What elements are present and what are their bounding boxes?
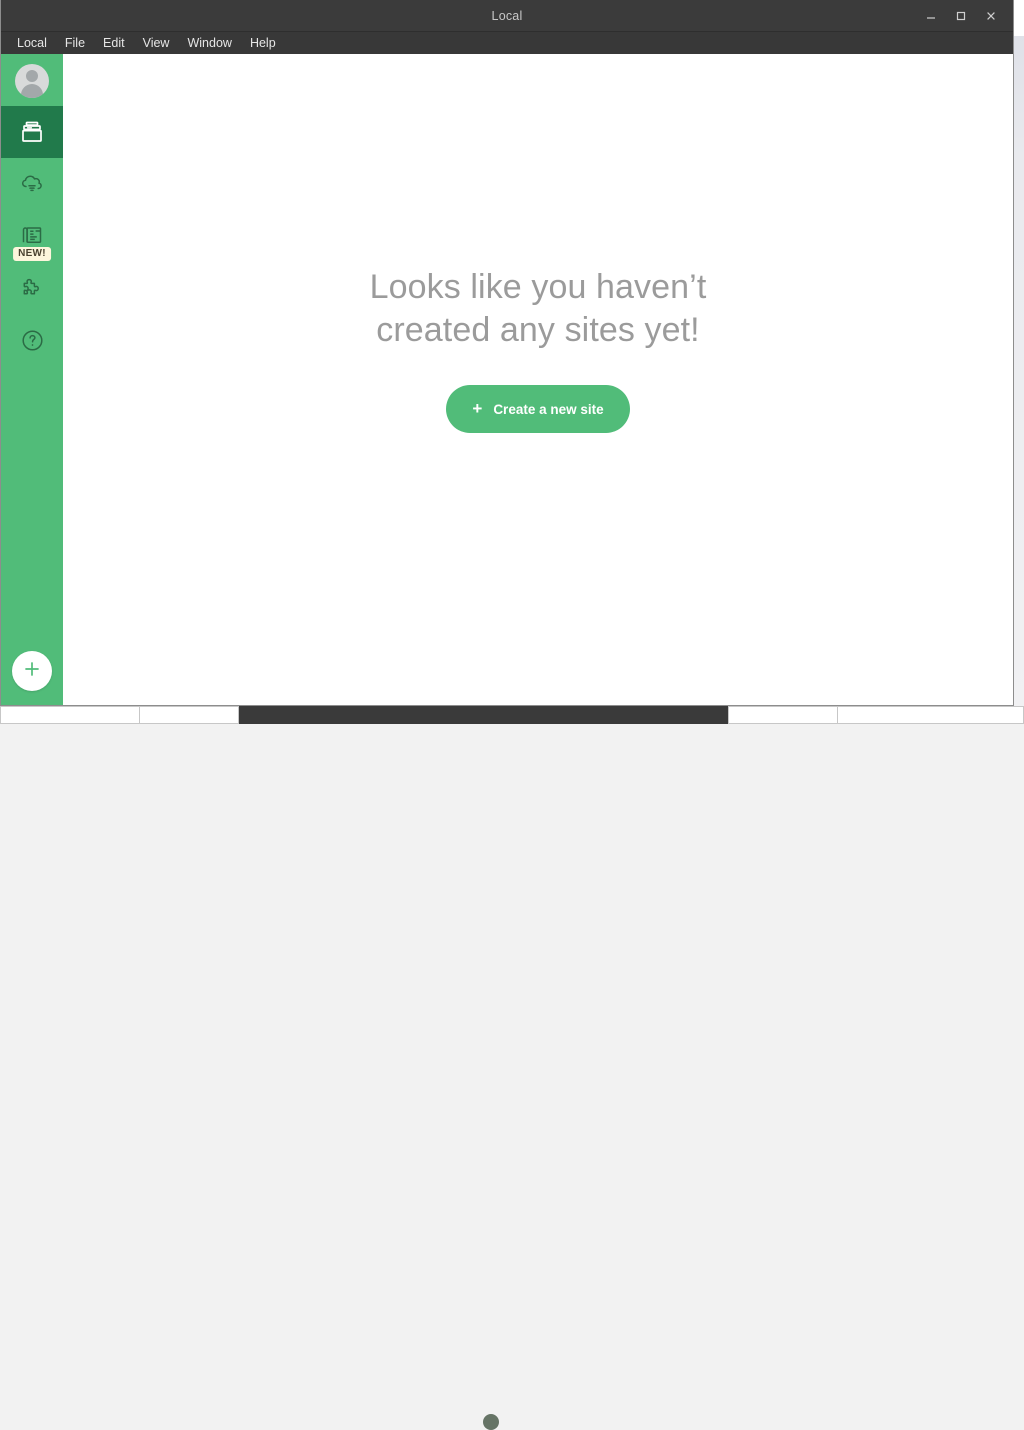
puzzle-piece-icon: [18, 274, 46, 302]
minimize-button[interactable]: [917, 2, 945, 30]
sidebar-item-sites[interactable]: [1, 106, 63, 158]
empty-state-heading: Looks like you haven’t created any sites…: [370, 266, 707, 351]
menu-item-help[interactable]: Help: [242, 34, 284, 52]
background-window-right-1: [728, 706, 838, 724]
sidebar-item-add-ons[interactable]: [1, 262, 63, 314]
close-button[interactable]: [977, 2, 1005, 30]
background-app-icon: [483, 1414, 499, 1430]
local-app-window: Local: [0, 0, 1014, 706]
blueprint-icon: [18, 222, 46, 250]
blueprints-new-badge: NEW!: [13, 247, 51, 261]
sidebar-item-help[interactable]: [1, 314, 63, 366]
maximize-button[interactable]: [947, 2, 975, 30]
menubar: Local File Edit View Window Help: [1, 32, 1013, 54]
menu-item-file[interactable]: File: [57, 34, 93, 52]
menu-item-window[interactable]: Window: [179, 34, 239, 52]
background-window-right-2: [837, 706, 1024, 724]
window-title: Local: [1, 9, 1013, 23]
plus-icon: +: [472, 400, 482, 417]
background-window-left: [0, 706, 140, 724]
menu-item-edit[interactable]: Edit: [95, 34, 133, 52]
maximize-icon: [955, 10, 967, 22]
background-window-dark: [239, 706, 729, 724]
create-new-site-button[interactable]: + Create a new site: [446, 385, 629, 433]
sidebar-item-blueprints[interactable]: NEW!: [1, 210, 63, 262]
avatar-head: [26, 70, 38, 82]
sidebar: NEW!: [1, 54, 63, 705]
background-panel-right: [1013, 36, 1024, 706]
user-avatar-icon: [15, 64, 49, 98]
minimize-icon: [925, 10, 937, 22]
plus-icon: [21, 658, 43, 685]
desktop-background: Local: [0, 0, 1024, 724]
app-body: NEW!: [1, 54, 1013, 705]
menu-item-view[interactable]: View: [135, 34, 178, 52]
titlebar: Local: [1, 0, 1013, 32]
sidebar-item-account-avatar[interactable]: [1, 56, 63, 106]
add-site-button[interactable]: [12, 651, 52, 691]
drawer-icon: [18, 118, 46, 146]
menu-item-local[interactable]: Local: [9, 34, 55, 52]
close-icon: [985, 10, 997, 22]
cloud-download-icon: [18, 170, 46, 198]
window-controls: [917, 0, 1005, 31]
create-new-site-label: Create a new site: [493, 402, 603, 417]
question-circle-icon: [19, 327, 46, 354]
background-window-middle: [139, 706, 239, 724]
avatar-body: [21, 84, 43, 98]
sidebar-item-cloud-backups[interactable]: [1, 158, 63, 210]
main-content: Looks like you haven’t created any sites…: [63, 54, 1013, 705]
